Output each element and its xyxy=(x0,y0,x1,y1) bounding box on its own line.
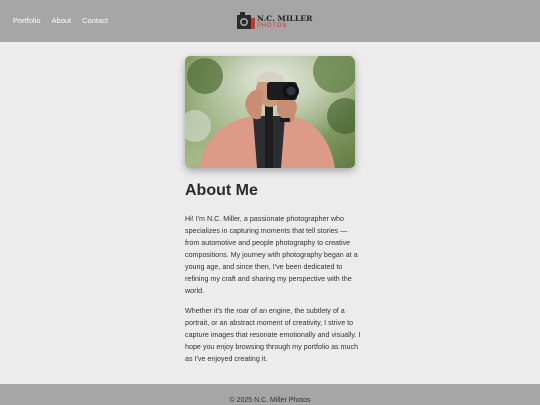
page-title: About Me xyxy=(185,182,258,199)
copyright-text: © 2025 N.C. Miller Photos xyxy=(229,397,311,404)
photographer-portrait-image xyxy=(185,56,355,168)
nav-link-about[interactable]: About xyxy=(52,16,72,25)
nav-link-contact[interactable]: Contact xyxy=(82,16,108,25)
about-paragraph-2: Whether it's the roar of an engine, the … xyxy=(185,307,361,363)
brand-subtitle: PHOTOS xyxy=(257,23,288,29)
brand-title: N.C. MILLER xyxy=(257,14,313,23)
about-paragraph-1: Hi! I'm N.C. Miller, a passionate photog… xyxy=(185,215,358,295)
brand-logo[interactable]: N.C. MILLER PHOTOS xyxy=(236,10,312,32)
nav-links: Portfolio About Contact xyxy=(13,16,108,25)
camera-logo-icon xyxy=(237,12,255,29)
navbar: Portfolio About Contact N.C. MILLER PHOT… xyxy=(0,0,540,42)
profile-photo xyxy=(185,56,355,168)
footer: © 2025 N.C. Miller Photos xyxy=(0,384,540,405)
nav-link-portfolio[interactable]: Portfolio xyxy=(13,16,41,25)
